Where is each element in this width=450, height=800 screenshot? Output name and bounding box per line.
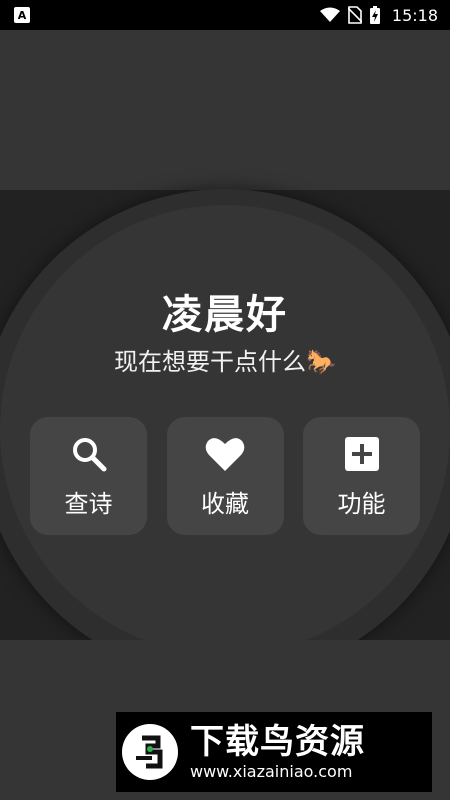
app-notification-icon: A bbox=[14, 7, 30, 23]
no-sim-icon bbox=[347, 6, 362, 24]
action-buttons: 查诗 收藏 功能 bbox=[30, 417, 420, 535]
search-icon bbox=[69, 434, 109, 474]
subtitle-text: 现在想要干点什么 bbox=[114, 348, 307, 376]
watermark-url: www.xiazainiao.com bbox=[190, 762, 353, 781]
horse-emoji: 🐎 bbox=[306, 348, 336, 376]
bird-logo-icon bbox=[122, 724, 178, 780]
greeting-title: 凌晨好 bbox=[162, 292, 288, 338]
wifi-icon bbox=[319, 7, 340, 22]
greeting-subtitle: 现在想要干点什么🐎 bbox=[0, 342, 450, 377]
functions-button[interactable]: 功能 bbox=[303, 417, 420, 535]
favorites-label: 收藏 bbox=[201, 489, 249, 518]
watermark-banner: 下载鸟资源 www.xiazainiao.com bbox=[116, 712, 432, 792]
status-clock: 15:18 bbox=[391, 5, 438, 25]
heart-icon bbox=[205, 434, 245, 474]
search-poem-label: 查诗 bbox=[64, 489, 113, 518]
favorites-button[interactable]: 收藏 bbox=[166, 417, 284, 535]
watermark-text: 下载鸟资源 www.xiazainiao.com bbox=[190, 722, 365, 782]
battery-charging-icon bbox=[369, 6, 380, 24]
watermark-title: 下载鸟资源 bbox=[190, 722, 365, 762]
functions-label: 功能 bbox=[337, 489, 386, 518]
status-left: A bbox=[14, 7, 30, 23]
plus-square-icon bbox=[342, 434, 382, 474]
search-poem-button[interactable]: 查诗 bbox=[30, 417, 147, 535]
app-screen: A 15:18 凌晨好 现在想要干点什么🐎 查诗 收藏 功能 下载鸟资源 www… bbox=[0, 0, 450, 800]
status-bar: A 15:18 bbox=[0, 0, 450, 30]
status-right: 15:18 bbox=[319, 5, 438, 25]
